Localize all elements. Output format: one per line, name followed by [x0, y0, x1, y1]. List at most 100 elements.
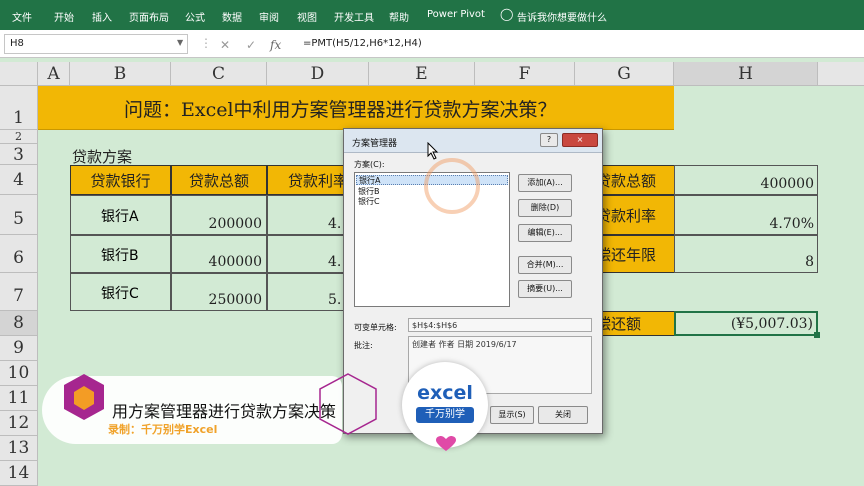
fill-handle[interactable]: [814, 332, 820, 338]
table-row[interactable]: 银行A: [70, 195, 171, 235]
tab-power-pivot[interactable]: Power Pivot: [427, 9, 485, 20]
amount-value: 400000: [208, 254, 262, 270]
amount-value: 250000: [208, 292, 262, 308]
badge-bottom-text: 千万别学: [416, 407, 474, 423]
insert-function-icon[interactable]: fx: [270, 38, 281, 52]
column-header-b[interactable]: B: [70, 62, 171, 86]
enter-icon[interactable]: ✓: [246, 38, 256, 52]
value-text: 400000: [760, 176, 814, 192]
name-box-dropdown-icon[interactable]: ▼: [177, 38, 183, 47]
tab-data[interactable]: 数据: [222, 9, 242, 24]
ribbon-tabs-bar: 文件 开始 插入 页面布局 公式 数据 审阅 视图 开发工具 帮助 Power …: [0, 0, 864, 30]
row-header-1[interactable]: 1: [0, 86, 38, 130]
credit-text: 录制：千万别学Excel: [108, 423, 218, 436]
amount-value: 200000: [208, 216, 262, 232]
cancel-icon[interactable]: ✕: [220, 38, 230, 52]
table-row[interactable]: 银行B: [70, 235, 171, 273]
close-icon-button[interactable]: ×: [562, 133, 598, 147]
dialog-title: 方案管理器: [352, 139, 398, 149]
row-header-4[interactable]: 4: [0, 165, 38, 195]
column-header-d[interactable]: D: [267, 62, 369, 86]
label-text: 偿还年限: [596, 246, 657, 264]
title-banner: 问题：Excel中利用方案管理器进行贷款方案决策？: [38, 86, 674, 130]
delete-button[interactable]: 删除(D): [518, 199, 572, 217]
tab-page-layout[interactable]: 页面布局: [129, 9, 169, 24]
tab-file[interactable]: 文件: [12, 9, 32, 24]
row-header-14[interactable]: 14: [0, 461, 38, 486]
column-header-g[interactable]: G: [575, 62, 674, 86]
row-header-13[interactable]: 13: [0, 436, 38, 461]
amount-cell[interactable]: 200000: [171, 195, 267, 235]
help-button[interactable]: ?: [540, 133, 558, 147]
heart-icon: [436, 436, 456, 451]
value-text: (¥5,007.03): [730, 316, 813, 332]
tab-view[interactable]: 视图: [297, 9, 317, 24]
label-text: 贷款总额: [596, 172, 657, 190]
add-button[interactable]: 添加(A)...: [518, 174, 572, 192]
label-text: 贷款利率: [596, 207, 657, 225]
column-header-h[interactable]: H: [674, 62, 818, 86]
column-header-a[interactable]: A: [38, 62, 70, 86]
mouse-cursor-icon: [427, 142, 439, 160]
summary-button[interactable]: 摘要(U)...: [518, 280, 572, 298]
sheet-title: 问题：Excel中利用方案管理器进行贷款方案决策？: [124, 99, 557, 121]
rate-value: 4.: [328, 254, 342, 270]
hexagon-outline-icon: [319, 373, 377, 435]
value-loan-years[interactable]: 8: [674, 235, 818, 273]
table-row[interactable]: 银行C: [70, 273, 171, 311]
value-loan-rate[interactable]: 4.70%: [674, 195, 818, 235]
row-header-11[interactable]: 11: [0, 386, 38, 411]
tab-developer[interactable]: 开发工具: [334, 9, 374, 24]
row-header-5[interactable]: 5: [0, 195, 38, 235]
merge-button[interactable]: 合并(M)...: [518, 256, 572, 274]
value-loan-amount[interactable]: 400000: [674, 165, 818, 195]
tab-review[interactable]: 审阅: [259, 9, 279, 24]
amount-cell[interactable]: 400000: [171, 235, 267, 273]
rate-value: 4.: [328, 216, 342, 232]
rate-value: 5.: [328, 292, 342, 308]
bank-name: 银行B: [101, 248, 139, 264]
value-text: 4.70%: [769, 216, 814, 232]
row-header-6[interactable]: 6: [0, 235, 38, 273]
comment-label: 批注:: [354, 341, 373, 350]
dialog-titlebar[interactable]: 方案管理器 ? ×: [344, 129, 602, 153]
scenarios-label: 方案(C):: [354, 160, 385, 169]
formula-input[interactable]: =PMT(H5/12,H6*12,H4): [303, 38, 422, 49]
amount-cell[interactable]: 250000: [171, 273, 267, 311]
tab-home[interactable]: 开始: [54, 9, 74, 24]
column-header-e[interactable]: E: [369, 62, 475, 86]
drag-handle-icon[interactable]: ⋮: [200, 36, 212, 50]
row-header-8[interactable]: 8: [0, 311, 38, 336]
formula-bar: H8 ▼ ⋮ ✕ ✓ fx =PMT(H5/12,H6*12,H4): [0, 30, 864, 58]
bank-name: 银行C: [101, 286, 139, 302]
changing-cells-label: 可变单元格:: [354, 323, 397, 332]
row-header-9[interactable]: 9: [0, 336, 38, 361]
show-button[interactable]: 显示(S): [490, 406, 534, 424]
lightbulb-icon: ◯: [500, 7, 514, 21]
close-button[interactable]: 关闭: [538, 406, 588, 424]
table-header-amount: 贷款总额: [171, 165, 267, 195]
row-header-3[interactable]: 3: [0, 144, 38, 165]
row-header-12[interactable]: 12: [0, 411, 38, 436]
column-header-c[interactable]: C: [171, 62, 267, 86]
tab-insert[interactable]: 插入: [92, 9, 112, 24]
select-all-corner[interactable]: [0, 62, 38, 86]
scenario-item-bank-b[interactable]: 银行B: [358, 187, 380, 196]
value-payment-selected[interactable]: (¥5,007.03): [674, 311, 818, 336]
tab-formulas[interactable]: 公式: [185, 9, 205, 24]
tab-help[interactable]: 帮助: [389, 9, 409, 24]
changing-cells-value: $H$4:$H$6: [408, 318, 592, 332]
name-box[interactable]: H8: [4, 34, 188, 54]
caption-text: 用方案管理器进行贷款方案决策: [112, 402, 337, 421]
column-header-f[interactable]: F: [475, 62, 575, 86]
tell-me-search[interactable]: 告诉我你想要做什么: [517, 9, 607, 24]
value-text: 8: [805, 254, 814, 270]
edit-button[interactable]: 编辑(E)...: [518, 224, 572, 242]
badge-top-text: excel: [417, 382, 473, 404]
click-highlight-ring: [424, 158, 480, 214]
row-header-10[interactable]: 10: [0, 361, 38, 386]
row-header-2[interactable]: 2: [0, 130, 38, 144]
hexagon-logo-icon: [64, 374, 104, 420]
scenario-item-bank-c[interactable]: 银行C: [358, 197, 380, 206]
row-header-7[interactable]: 7: [0, 273, 38, 311]
